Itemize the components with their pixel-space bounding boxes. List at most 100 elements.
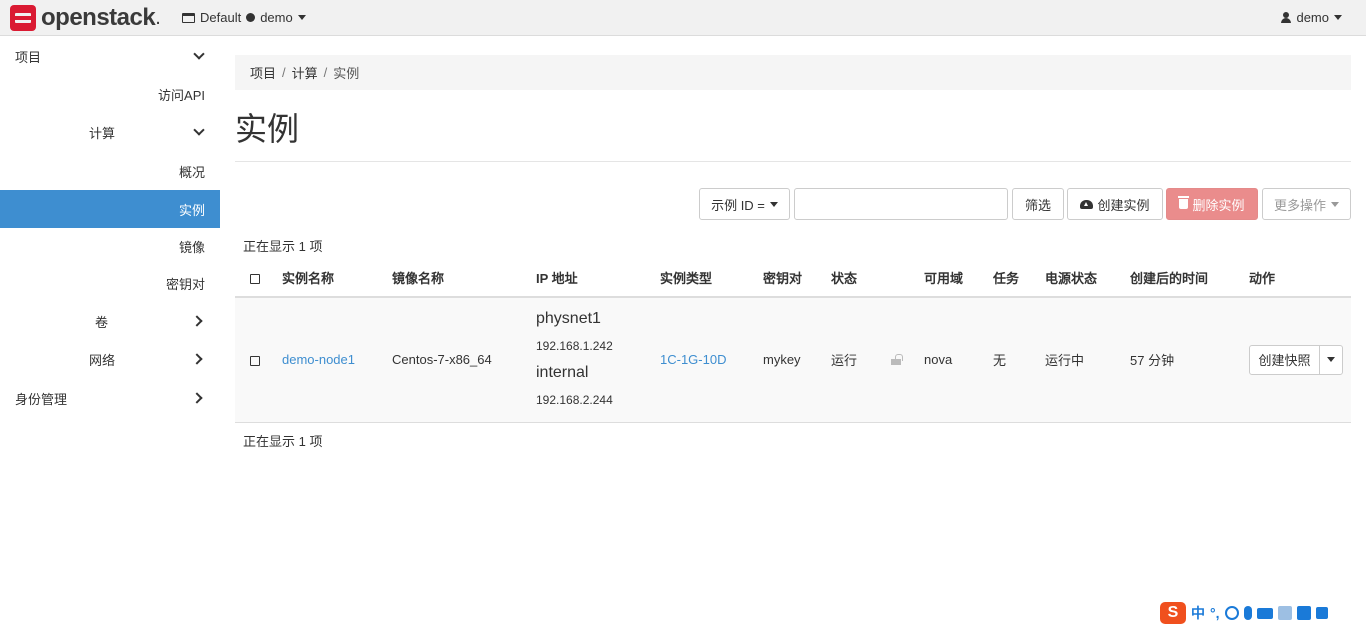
task-cell: 无 [993,297,1045,423]
caret-down-icon [1327,357,1335,363]
sidebar-item-label: 计算 [89,125,116,141]
sidebar-item-label: 项目 [15,49,42,65]
user-center-icon[interactable] [1277,606,1292,620]
network-name: physnet1 [536,309,601,327]
select-all-checkbox[interactable] [250,273,260,284]
delete-instances-label: 删除实例 [1192,197,1245,213]
sidebar-item-overview[interactable]: 概况 [0,152,220,190]
caret-down-icon [769,201,778,207]
ip-address: 192.168.1.242 [536,338,613,353]
sidebar-item-project[interactable]: 项目 [0,37,220,75]
actions-cell: 创建快照 [1249,297,1351,423]
title-divider [235,161,1351,162]
ip-address: 192.168.2.244 [536,392,613,407]
column-header-keypair[interactable]: 密钥对 [763,259,831,298]
keypair-cell: mykey [763,297,831,423]
openstack-logo[interactable]: openstack. [10,4,161,31]
status-cell: 运行 [831,297,924,423]
breadcrumb-project[interactable]: 项目 [250,63,276,82]
column-header-flavor[interactable]: 实例类型 [660,259,763,298]
brand-dot: . [155,6,161,29]
status-text: 运行 [831,353,858,369]
select-all-cell [235,259,282,298]
breadcrumb: 项目 / 计算 / 实例 [235,55,1351,90]
sidebar-item-label: 卷 [95,314,109,330]
ime-punctuation-toggle[interactable]: °, [1210,605,1220,621]
filter-field-label: 示例 ID = [711,197,765,213]
sidebar-item-images[interactable]: 镜像 [0,227,220,265]
row-actions-dropdown-toggle[interactable] [1320,346,1342,374]
sogou-ime-icon[interactable]: S [1160,602,1186,624]
item-count-bottom: 正在显示 1 项 [243,434,323,449]
delete-instances-button[interactable]: 删除实例 [1166,188,1258,220]
sidebar-item-label: 概况 [178,164,205,180]
sidebar-item-network[interactable]: 网络 [0,340,220,378]
sidebar-item-volumes[interactable]: 卷 [0,302,220,340]
user-icon [1281,12,1292,23]
filter-field-select[interactable]: 示例 ID = [699,188,790,220]
column-header-status[interactable]: 状态 [831,259,924,298]
trash-icon [1178,196,1190,209]
user-menu[interactable]: demo [1281,10,1342,25]
image-name-cell: Centos-7-x86_64 [392,297,536,423]
separator-dot-icon [246,13,256,22]
sidebar-item-label: 实例 [178,202,205,218]
create-snapshot-button[interactable]: 创建快照 [1250,345,1320,374]
more-actions-button[interactable]: 更多操作 [1262,188,1351,220]
column-header-power[interactable]: 电源状态 [1045,259,1130,298]
chevron-right-icon [191,392,203,404]
instances-table: 实例名称 镜像名称 IP 地址 实例类型 密钥对 状态 可用域 任务 电源状态 … [235,259,1351,423]
project-name: demo [260,10,293,25]
availability-zone-cell: nova [924,297,993,423]
user-name: demo [1296,10,1329,25]
caret-down-icon [1334,15,1342,20]
sidebar-item-key-pairs[interactable]: 密钥对 [0,264,220,302]
sidebar-item-label: 密钥对 [165,276,205,292]
column-header-task[interactable]: 任务 [993,259,1045,298]
breadcrumb-instances: 实例 [333,66,360,81]
filter-input[interactable] [794,188,1008,220]
flavor-link[interactable]: 1C-1G-10D [660,352,726,367]
sidebar: 项目 访问API 计算 概况 实例 镜像 密钥对 卷 网络 身份管理 [0,37,220,625]
domain-name: Default [200,10,242,25]
sidebar-item-label: 身份管理 [15,391,68,407]
sidebar-item-api-access[interactable]: 访问API [0,75,220,113]
column-header-az[interactable]: 可用域 [924,259,993,298]
sidebar-item-compute[interactable]: 计算 [0,113,220,151]
brand-name: openstack [41,4,156,31]
keyboard-icon[interactable] [1256,607,1273,619]
create-instance-label: 创建实例 [1097,197,1150,213]
column-header-ip[interactable]: IP 地址 [536,259,660,298]
sidebar-item-identity[interactable]: 身份管理 [0,379,220,417]
filter-button[interactable]: 筛选 [1012,188,1064,220]
column-header-age[interactable]: 创建后的时间 [1130,259,1249,298]
column-header-actions: 动作 [1249,259,1351,298]
chevron-down-icon [193,48,205,60]
more-actions-label: 更多操作 [1273,197,1326,213]
column-header-name[interactable]: 实例名称 [282,259,392,298]
unlock-icon [890,354,903,366]
network-name: internal [536,363,589,381]
emoji-icon[interactable] [1224,606,1239,620]
breadcrumb-compute[interactable]: 计算 [292,63,318,82]
instance-name-cell: demo-node1 [282,297,392,423]
instance-name-link[interactable]: demo-node1 [282,352,355,367]
sidebar-item-label: 镜像 [178,239,205,255]
sidebar-item-label: 网络 [89,352,116,368]
toolbox-grid-icon[interactable] [1315,607,1328,619]
age-cell: 57 分钟 [1130,297,1249,423]
page-title: 实例 [235,111,300,147]
ip-address-cell: physnet1 192.168.1.242 internal 192.168.… [536,297,660,423]
chevron-down-icon [193,124,205,136]
column-header-image[interactable]: 镜像名称 [392,259,536,298]
ime-toolbar: S 中 °, [1160,601,1328,625]
table-header-row: 实例名称 镜像名称 IP 地址 实例类型 密钥对 状态 可用域 任务 电源状态 … [235,259,1351,298]
row-checkbox[interactable] [250,355,260,366]
create-instance-button[interactable]: 创建实例 [1067,188,1163,220]
ime-language-toggle[interactable]: 中 [1191,603,1205,623]
flavor-cell: 1C-1G-10D [660,297,763,423]
microphone-icon[interactable] [1243,606,1252,620]
skin-shirt-icon[interactable] [1296,606,1311,620]
sidebar-item-instances[interactable]: 实例 [0,190,220,228]
project-switcher[interactable]: Default demo [182,10,306,25]
